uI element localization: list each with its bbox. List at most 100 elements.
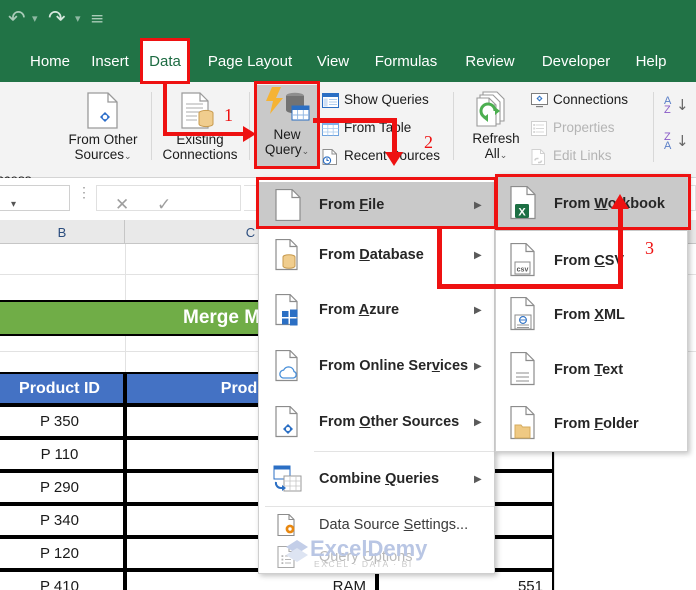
properties-label: Properties [553,120,615,135]
tab-help-label: Help [635,52,667,70]
table-row[interactable]: P 410 [0,570,125,590]
annotation-line-2-vertical [392,118,397,154]
from-other-sources-menu-icon [275,406,298,438]
undo-arrow-icon[interactable]: ↶ [8,7,26,29]
menu-item-from-folder[interactable]: From Folder [496,397,687,451]
sort-z-to-a-button[interactable]: Z A ↓ [664,131,694,162]
from-csv-icon: csv [510,243,535,277]
menu-item-from-xml[interactable]: From XML [496,288,687,342]
from-database-icon [275,239,298,271]
annotation-line-1-vertical [163,84,167,136]
table-row[interactable]: P 110 [0,438,125,471]
redo-dropdown-caret-icon[interactable]: ▾ [75,13,81,24]
from-text-menu-icon [510,352,535,386]
sort-a-to-z-button[interactable]: A Z ↓ [664,95,694,126]
properties-icon [531,121,547,136]
table-row[interactable]: P 120 [0,537,125,570]
existing-connections-line2: Connections [162,147,238,162]
tab-insert-label: Insert [91,52,129,70]
from-other-sources-caret-icon[interactable]: ⌄ [124,151,132,161]
excel-window: ↶ ▾ ↷ ▾ ≡ Home Insert Data Page Layout V… [0,0,696,590]
menu-item-from-csv[interactable]: csv From CSV [496,234,687,288]
menu-item-from-text[interactable]: From Text [496,343,687,397]
chevron-right-icon: ▶ [474,360,482,372]
from-folder-icon [510,406,535,440]
enter-check-icon[interactable]: ✓ [157,196,171,215]
new-query-dropdown-menu: From File ▶ From Database ▶ From Azure ▶… [258,178,495,574]
ribbon-existing-connections[interactable]: Existing Connections [157,90,243,170]
recent-sources-icon [322,149,337,165]
chevron-right-icon: ▶ [474,473,482,485]
tab-review[interactable]: Review [455,40,525,82]
menu-item-query-options-label: Query Options [319,549,413,565]
tab-view-label: View [316,52,350,70]
menu-divider [314,451,494,452]
menu-item-from-other-sources-label: From Other Sources [319,414,460,430]
annotation-line-1-horizontal [163,132,243,136]
cancel-icon[interactable]: ✕ [115,196,129,215]
ribbon-divider-3 [453,92,454,160]
annotation-line-3-vertical-left [437,227,442,289]
menu-item-from-online-services[interactable]: From Online Services ▶ [259,343,494,389]
tab-page-layout-label: Page Layout [207,52,293,70]
from-xml-icon [510,297,535,331]
menu-item-combine-queries-label: Combine Queries [319,471,440,487]
table-header-product-id[interactable]: Product ID [0,372,125,405]
chevron-right-icon: ▶ [474,416,482,428]
refresh-all-caret-icon[interactable]: ⌄ [500,150,508,160]
ribbon-refresh-all[interactable]: Refresh All⌄ [464,87,528,167]
table-row[interactable]: P 350 [0,405,125,438]
table-row[interactable]: P 340 [0,504,125,537]
tab-view[interactable]: View [308,40,358,82]
annotation-box-from-workbook [495,174,691,230]
undo-dropdown-caret-icon[interactable]: ▾ [32,13,38,24]
edit-links-label: Edit Links [553,148,612,163]
connections-label: Connections [553,92,629,107]
tab-review-label: Review [465,52,515,70]
sort-desc-bottom-letter: A [664,140,672,152]
from-azure-icon [275,294,298,326]
chevron-right-icon: ▶ [474,249,482,261]
annotation-number-2: 2 [424,132,433,152]
menu-item-combine-queries[interactable]: Combine Queries ▶ [259,456,494,502]
menu-item-from-other-sources[interactable]: From Other Sources ▶ [259,399,494,445]
name-box-caret-icon[interactable]: ▾ [11,199,16,210]
formula-bar-grip[interactable]: ⋮ [77,185,91,207]
annotation-number-3: 3 [645,238,654,258]
tab-help[interactable]: Help [627,40,675,82]
menu-item-from-database-label: From Database [319,247,424,263]
ribbon-from-other-sources[interactable]: From Other Sources⌄ [62,90,144,170]
tab-page-layout[interactable]: Page Layout [197,40,303,82]
connections-icon [531,93,548,108]
tab-formulas[interactable]: Formulas [364,40,448,82]
from-other-sources-icon [87,92,118,129]
name-box[interactable]: ▾ [0,185,70,211]
from-table-icon [322,121,339,136]
tab-home-label: Home [29,52,70,70]
annotation-box-data-tab [140,38,190,84]
combine-queries-icon [273,465,302,492]
menu-item-data-source-settings[interactable]: Data Source Settings... [259,509,494,541]
redo-arrow-icon[interactable]: ↷ [48,7,66,29]
customize-quick-access-icon[interactable]: ≡ [90,8,104,30]
menu-item-from-azure[interactable]: From Azure ▶ [259,287,494,333]
menu-item-from-database[interactable]: From Database ▶ [259,232,494,278]
menu-item-from-azure-label: From Azure [319,302,400,318]
tab-home[interactable]: Home [19,40,81,82]
annotation-line-3-horizontal [437,284,623,289]
annotation-number-1: 1 [224,105,233,125]
tab-insert[interactable]: Insert [81,40,139,82]
menu-item-query-options: Query Options [259,541,494,573]
from-online-services-icon [275,350,298,382]
annotation-arrowhead-3 [611,194,629,209]
annotation-box-from-file [256,177,497,229]
menu-divider [265,506,494,507]
refresh-all-line2: All [484,146,500,161]
column-header-b[interactable]: B [0,220,125,244]
menu-item-from-csv-label: From CSV [554,253,625,269]
refresh-all-line1: Refresh [472,131,520,146]
table-row[interactable]: P 290 [0,471,125,504]
annotation-line-2-horizontal [313,118,397,123]
sort-asc-bottom-letter: Z [664,104,671,116]
tab-developer[interactable]: Developer [530,40,622,82]
